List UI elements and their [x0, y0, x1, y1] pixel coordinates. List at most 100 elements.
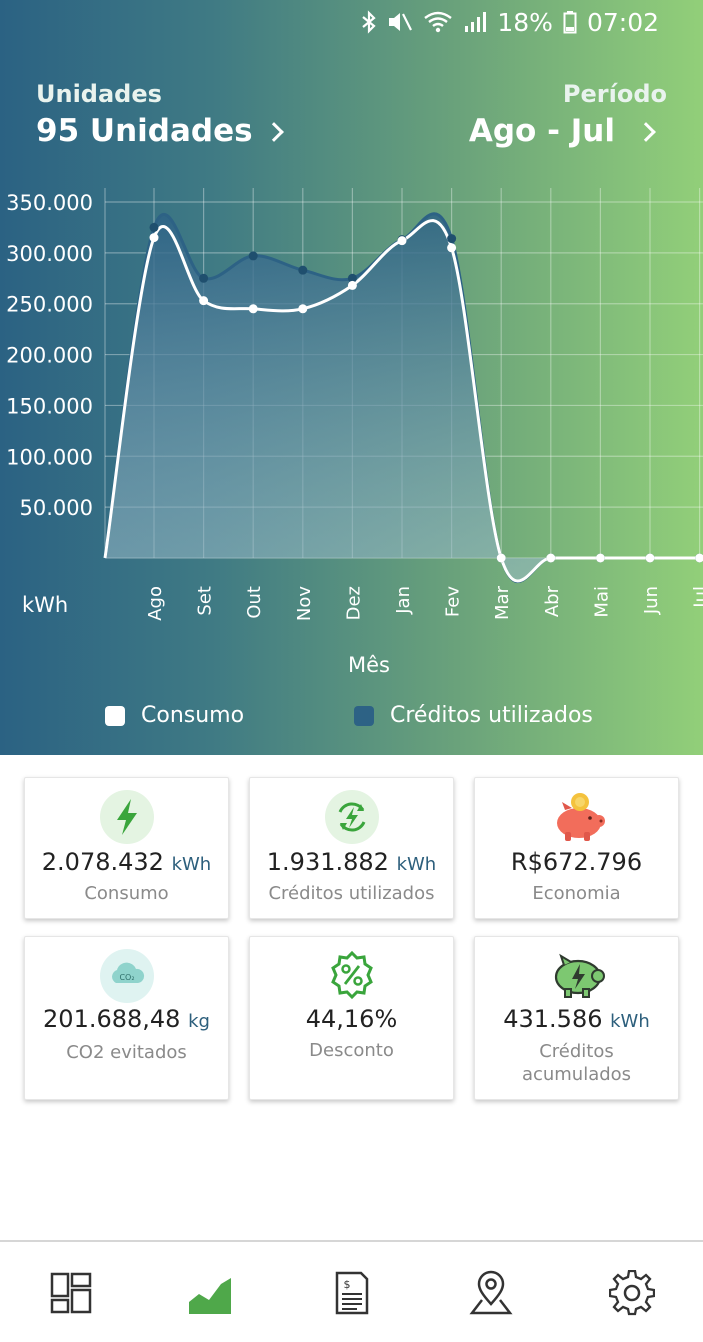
- y-tick-label: 100.000: [6, 445, 93, 469]
- battery-icon: [563, 11, 577, 34]
- point-consumo: [447, 243, 457, 253]
- svg-text:CO₂: CO₂: [119, 973, 134, 982]
- units-selector[interactable]: 95 Unidades: [36, 113, 284, 149]
- card-value: 201.688,48: [43, 1005, 181, 1033]
- dashboard-grid-icon: [50, 1272, 92, 1314]
- dashboard-header: 18% 07:02 Unidades 95 Unidades Período A…: [0, 0, 703, 755]
- legend-swatch-creditos: [354, 705, 374, 726]
- nav-chart[interactable]: [187, 1270, 233, 1316]
- nav-map[interactable]: [468, 1270, 514, 1316]
- card-unit: kWh: [396, 854, 437, 875]
- y-tick-label: 50.000: [20, 496, 93, 520]
- x-tick-label: Mar: [492, 585, 513, 620]
- invoice-icon: $: [335, 1271, 369, 1315]
- card-value: R$672.796: [510, 848, 643, 876]
- point-consumo: [695, 553, 703, 563]
- x-tick-label: Mai: [591, 586, 612, 618]
- co2-cloud-icon: CO₂: [99, 949, 154, 1003]
- clock: 07:02: [586, 7, 659, 37]
- chevron-right-icon: [636, 122, 656, 142]
- point-consumo: [347, 280, 357, 290]
- battery-percent: 18%: [497, 7, 553, 37]
- area-chart-icon: [189, 1278, 231, 1314]
- map-pin-icon: [469, 1270, 513, 1315]
- y-axis-unit-label: kWh: [22, 593, 68, 617]
- svg-text:$: $: [344, 1278, 351, 1291]
- card-creditos-utilizados[interactable]: 1.931.882 kWh Créditos utilizados: [249, 777, 454, 919]
- card-label-line2: acumulados: [521, 1064, 632, 1085]
- point-consumo: [298, 304, 308, 314]
- y-tick-label: 250.000: [6, 293, 93, 317]
- card-value: 431.586: [503, 1005, 603, 1033]
- legend-label-consumo: Consumo: [141, 703, 245, 728]
- point-consumo: [595, 553, 605, 563]
- point-consumo: [149, 233, 159, 243]
- x-tick-label: Nov: [294, 586, 315, 621]
- period-selector[interactable]: Ago - Jul: [468, 113, 656, 149]
- point-creditos-utilizados: [298, 265, 308, 275]
- card-economia[interactable]: R$672.796 Economia: [474, 777, 679, 919]
- legend-swatch-consumo: [105, 705, 125, 726]
- point-creditos-utilizados: [447, 234, 457, 244]
- x-tick-label: Fev: [443, 586, 464, 617]
- y-tick-label: 350.000: [6, 191, 93, 215]
- point-consumo: [546, 553, 556, 563]
- x-axis-label: Mês: [348, 653, 390, 677]
- y-tick-label: 150.000: [6, 394, 93, 418]
- x-tick-label: Set: [195, 586, 216, 616]
- percent-badge-icon: [325, 949, 379, 1003]
- point-consumo: [199, 296, 209, 306]
- bluetooth-icon: [362, 10, 377, 34]
- point-consumo: [496, 553, 506, 563]
- piggy-bank-coin-icon: [550, 790, 605, 844]
- y-tick-label: 200.000: [6, 344, 93, 368]
- lightning-icon: [99, 790, 154, 844]
- wifi-icon: [424, 11, 453, 33]
- x-tick-label: Jun: [641, 586, 662, 615]
- card-value: 1.931.882: [266, 848, 389, 876]
- status-bar: 18% 07:02: [361, 6, 659, 38]
- consumption-chart: 350.000 300.000 250.000 200.000 150.000 100.0…: [6, 188, 703, 677]
- point-creditos-utilizados: [248, 251, 258, 261]
- card-label: Economia: [532, 883, 621, 904]
- x-tick-label: Jul: [691, 586, 703, 609]
- legend-item-consumo[interactable]: Consumo: [105, 703, 244, 728]
- energy-piggy-icon: [550, 949, 605, 1003]
- nav-invoices[interactable]: $: [329, 1270, 375, 1316]
- units-value: 95 Unidades: [36, 113, 253, 149]
- point-consumo: [397, 236, 407, 246]
- chevron-right-icon: [263, 122, 284, 142]
- card-label-line1: Créditos: [539, 1041, 614, 1062]
- card-desconto[interactable]: 44,16% Desconto: [249, 936, 454, 1100]
- bottom-nav: $: [0, 1240, 703, 1342]
- period-label: Período: [562, 80, 667, 108]
- x-tick-label: Jan: [393, 586, 414, 615]
- x-tick-label: Out: [244, 586, 265, 619]
- point-creditos-utilizados: [149, 222, 159, 232]
- card-unit: kg: [188, 1011, 210, 1032]
- card-unit: kWh: [171, 854, 212, 875]
- x-tick-label: Ago: [145, 586, 166, 621]
- period-value: Ago - Jul: [468, 113, 615, 149]
- signal-icon: [465, 12, 487, 32]
- gear-icon: [608, 1269, 656, 1316]
- card-label: CO2 evitados: [66, 1042, 187, 1063]
- point-consumo: [645, 553, 655, 563]
- units-label: Unidades: [36, 80, 162, 108]
- legend-label-creditos: Créditos utilizados: [390, 703, 593, 728]
- card-label: Créditos utilizados: [268, 883, 435, 904]
- point-consumo: [248, 304, 258, 314]
- card-co2-evitados[interactable]: CO₂ 201.688,48 kg CO2 evitados: [24, 936, 229, 1100]
- card-label: Desconto: [309, 1040, 394, 1061]
- card-creditos-acumulados[interactable]: 431.586 kWh Créditos acumulados: [474, 936, 679, 1100]
- nav-settings[interactable]: [608, 1269, 656, 1316]
- legend-item-creditos[interactable]: Créditos utilizados: [354, 703, 593, 728]
- x-tick-label: Abr: [542, 585, 563, 617]
- nav-dashboard[interactable]: [48, 1270, 94, 1316]
- x-tick-label: Dez: [343, 586, 364, 620]
- card-unit: kWh: [610, 1011, 650, 1032]
- card-value: 2.078.432: [41, 848, 164, 876]
- card-consumo[interactable]: 2.078.432 kWh Consumo: [24, 777, 229, 919]
- y-tick-label: 300.000: [6, 242, 93, 266]
- mute-icon: [389, 13, 413, 31]
